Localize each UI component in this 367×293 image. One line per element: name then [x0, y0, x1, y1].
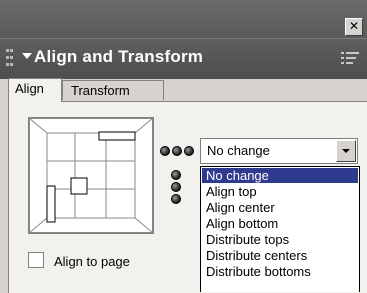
close-icon: ✕: [348, 19, 360, 33]
option-distribute-centers[interactable]: Distribute centers: [201, 248, 359, 264]
alignment-preview: [28, 117, 154, 234]
close-button[interactable]: ✕: [345, 18, 363, 36]
option-distribute-tops[interactable]: Distribute tops: [201, 232, 359, 248]
tab-align[interactable]: Align: [8, 78, 62, 102]
align-to-page-label: Align to page: [54, 254, 130, 269]
panel-title: Align and Transform: [34, 47, 204, 66]
align-mode-value: No change: [207, 143, 270, 158]
vertical-distribute-handle[interactable]: [170, 170, 182, 206]
option-align-top[interactable]: Align top: [201, 184, 359, 200]
panel-header[interactable]: Align and Transform: [0, 38, 367, 79]
gripper-icon[interactable]: [6, 47, 14, 71]
align-to-page-checkbox[interactable]: [28, 252, 44, 268]
align-mode-select[interactable]: No change: [200, 138, 358, 164]
tab-align-label: Align: [15, 81, 44, 96]
option-no-change[interactable]: No change: [202, 168, 358, 183]
align-mode-dropdown-list: No change Align top Align center Align b…: [200, 166, 360, 292]
option-align-center[interactable]: Align center: [201, 200, 359, 216]
option-align-bottom[interactable]: Align bottom: [201, 216, 359, 232]
collapse-arrow-icon[interactable]: [22, 53, 32, 59]
top-strip: ✕: [0, 0, 367, 38]
dropdown-arrow-icon[interactable]: [336, 140, 356, 162]
tab-transform-label: Transform: [71, 83, 130, 98]
option-distribute-bottoms[interactable]: Distribute bottoms: [201, 264, 359, 280]
alignment-preview-graphic: [28, 117, 154, 234]
panel-menu-icon[interactable]: [341, 51, 359, 65]
horizontal-distribute-handle[interactable]: [160, 145, 196, 157]
tab-bar: Align Transform: [0, 78, 367, 102]
tab-transform[interactable]: Transform: [62, 80, 164, 100]
